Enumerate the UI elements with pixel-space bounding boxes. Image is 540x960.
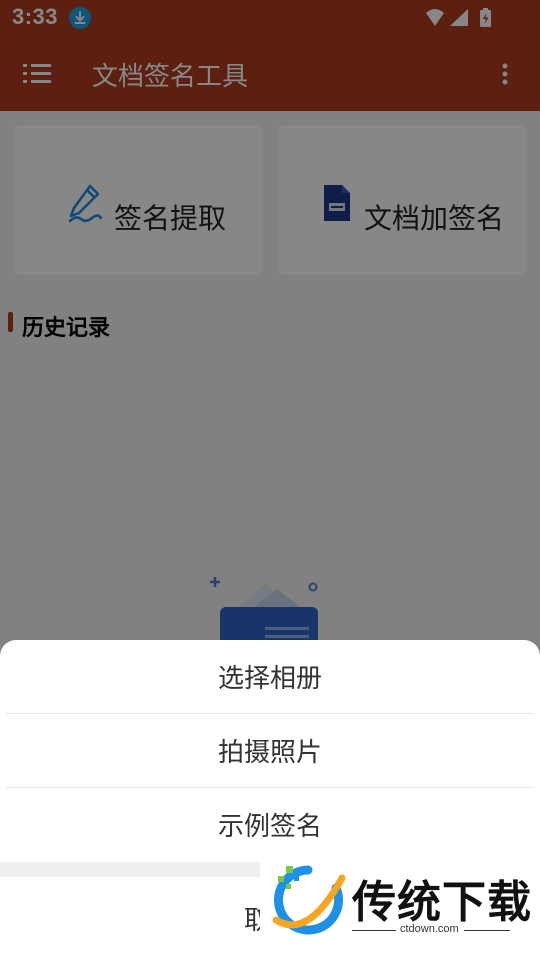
watermark: 传统下载 ctdown.com xyxy=(260,862,540,960)
take-photo-option[interactable]: 拍摄照片 xyxy=(0,714,540,787)
choose-album-option[interactable]: 选择相册 xyxy=(0,640,540,713)
watermark-rule xyxy=(464,930,510,931)
watermark-rule xyxy=(352,930,396,931)
watermark-site: ctdown.com xyxy=(400,923,459,935)
sample-signature-option[interactable]: 示例签名 xyxy=(0,788,540,861)
brand-logo-icon xyxy=(272,865,346,935)
watermark-brand: 传统下载 xyxy=(352,877,532,928)
